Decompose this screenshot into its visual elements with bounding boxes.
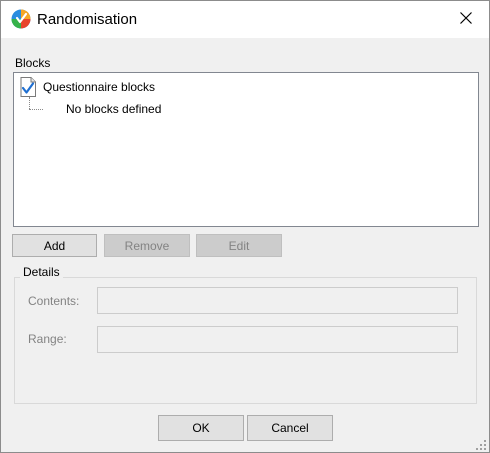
close-icon: [460, 12, 472, 27]
checked-document-icon: [19, 77, 37, 97]
tree-item-no-blocks[interactable]: No blocks defined: [66, 102, 161, 116]
window-title: Randomisation: [37, 11, 138, 28]
remove-button[interactable]: Remove: [104, 234, 190, 257]
blocks-tree[interactable]: Questionnaire blocks No blocks defined: [13, 72, 479, 227]
ok-button[interactable]: OK: [158, 415, 244, 441]
close-button[interactable]: [443, 1, 489, 38]
add-button[interactable]: Add: [12, 234, 97, 257]
contents-field[interactable]: [97, 287, 458, 314]
edit-button[interactable]: Edit: [196, 234, 282, 257]
resize-grip-icon[interactable]: [476, 439, 486, 450]
tree-root-questionnaire-blocks[interactable]: Questionnaire blocks: [43, 80, 155, 94]
range-field[interactable]: [97, 326, 458, 353]
tree-connector: [29, 97, 30, 109]
blocks-label: Blocks: [15, 56, 51, 70]
cancel-button[interactable]: Cancel: [247, 415, 333, 441]
randomisation-dialog: Randomisation Blocks Questionnaire block…: [0, 0, 490, 453]
tree-connector: [29, 109, 43, 110]
app-logo-icon: [11, 9, 31, 29]
details-label: Details: [20, 265, 63, 279]
contents-label: Contents:: [28, 294, 80, 308]
title-bar[interactable]: Randomisation: [1, 1, 489, 38]
range-label: Range:: [28, 332, 67, 346]
